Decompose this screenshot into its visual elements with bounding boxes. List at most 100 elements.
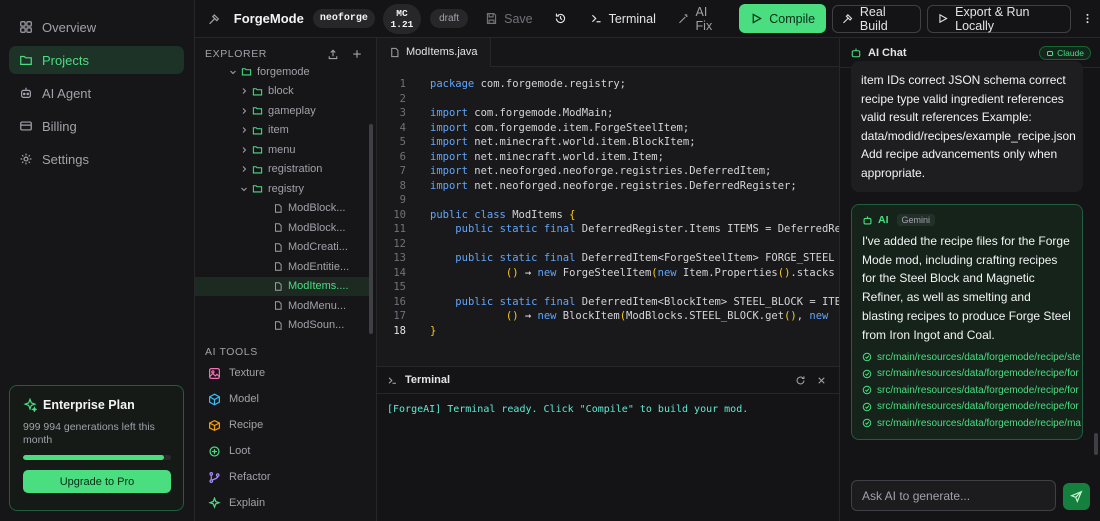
tree-item-label: ModMenu... <box>288 299 347 312</box>
terminal-icon <box>388 376 396 384</box>
tree-folder[interactable]: forgemode <box>195 62 369 81</box>
user-message-line: Add recipe advancements only when <box>861 147 1058 161</box>
check-circle-icon <box>862 353 872 362</box>
nav-item-settings[interactable]: Settings <box>9 145 184 173</box>
nav-item-billing[interactable]: Billing <box>9 112 184 140</box>
tree-item-label: block <box>268 85 294 97</box>
nav-label: Billing <box>42 118 77 134</box>
line-number: 2 <box>399 92 406 105</box>
generated-file[interactable]: src/main/resources/data/forgemode/recipe… <box>862 349 1080 366</box>
generated-file-path: src/main/resources/data/forgemode/recipe… <box>877 368 1079 380</box>
plan-title-row: Enterprise Plan <box>23 398 170 412</box>
user-message-line: data/modid/recipes/example_recipe.json <box>861 128 1076 143</box>
gear-icon <box>20 153 32 165</box>
tree-file[interactable]: ModBlock... <box>195 199 369 218</box>
history-icon <box>555 13 565 24</box>
loader-badge: neoforge <box>312 9 375 28</box>
user-message-line: item IDs correct JSON schema correct <box>861 73 1066 87</box>
folder-icon <box>252 165 263 173</box>
send-icon <box>1070 490 1083 503</box>
line-number: 18 <box>393 324 406 337</box>
ai-message-text: I've added the recipe files for the Forg… <box>862 234 1071 342</box>
history-button[interactable] <box>548 5 573 33</box>
ai-tool-explain[interactable]: Explain <box>208 494 265 512</box>
compile-button[interactable]: Compile <box>739 4 827 33</box>
tree-file[interactable]: ModEntitie... <box>195 257 369 276</box>
ai-tool-texture[interactable]: Texture <box>208 364 265 382</box>
plan-card: Enterprise Plan 999 994 generations left… <box>9 385 184 511</box>
upload-icon[interactable] <box>327 48 339 60</box>
wand-icon <box>678 14 688 24</box>
close-icon[interactable] <box>816 375 827 386</box>
more-menu-button[interactable] <box>1075 5 1100 33</box>
send-button[interactable] <box>1063 483 1090 510</box>
file-explorer: EXPLORER forgemode block gameplay item menu r… <box>195 38 377 521</box>
ai-fix-label: AI Fix <box>695 4 713 33</box>
tree-item-label: item <box>268 124 289 136</box>
tree-folder[interactable]: item <box>195 121 369 140</box>
branch-icon <box>209 471 220 483</box>
more-vertical-icon <box>1086 13 1089 24</box>
ai-tool-loot[interactable]: Loot <box>208 442 250 460</box>
chevron-down-icon <box>230 70 236 74</box>
generated-file-path: src/main/resources/data/forgemode/recipe… <box>877 401 1079 413</box>
terminal-label: Terminal <box>608 11 656 26</box>
generated-file[interactable]: src/main/resources/data/forgemode/recipe… <box>862 382 1079 399</box>
user-message-line: recipe type valid ingredient references <box>861 91 1064 106</box>
nav-label: Overview <box>42 19 97 35</box>
plus-icon[interactable] <box>351 48 363 60</box>
export-run-button[interactable]: Export & Run Locally <box>927 4 1071 33</box>
model-badge[interactable]: Claude <box>1039 46 1091 60</box>
ai-tool-recipe[interactable]: Recipe <box>208 416 263 434</box>
tree-folder[interactable]: block <box>195 82 369 101</box>
ai-tool-label: Recipe <box>229 419 264 431</box>
line-number: 8 <box>399 179 406 192</box>
ai-message: AI Gemini I've added the recipe files fo… <box>851 204 1083 440</box>
terminal-button[interactable]: Terminal <box>581 5 665 33</box>
real-build-button[interactable]: Real Build <box>832 4 922 33</box>
code-text: public static final DeferredItem<BlockIt… <box>455 295 839 308</box>
nav-label: Projects <box>42 52 89 68</box>
tree-file[interactable]: ModCreati... <box>195 238 369 257</box>
code-line: 13 public static final DeferredItem<Forg… <box>377 252 839 267</box>
refresh-icon[interactable] <box>795 375 806 386</box>
explorer-scrollbar[interactable] <box>369 124 373 334</box>
generated-file[interactable]: src/main/resources/data/forgemode/recipe… <box>862 415 1081 432</box>
tree-item-label: gameplay <box>268 104 316 117</box>
folder-icon <box>252 146 263 154</box>
loot-icon <box>209 445 220 457</box>
chat-scrollbar[interactable] <box>1094 433 1098 455</box>
generated-file[interactable]: src/main/resources/data/forgemode/recipe… <box>862 366 1079 383</box>
tree-folder[interactable]: menu <box>195 140 369 159</box>
cube-icon <box>209 393 220 405</box>
tree-item-label: ModBlock... <box>288 221 346 234</box>
folder-icon <box>20 55 32 65</box>
ai-fix-button[interactable]: AI Fix <box>669 5 733 33</box>
editor-tab-active[interactable]: ModItems.java <box>377 38 491 67</box>
code-line: 8 import net.neoforged.neoforge.registrie… <box>377 180 839 195</box>
ai-tool-model[interactable]: Model <box>208 390 259 408</box>
line-number: 6 <box>399 150 406 163</box>
tree-folder[interactable]: registration <box>195 160 369 179</box>
ai-tool-refactor[interactable]: Refactor <box>208 468 271 486</box>
tree-folder[interactable]: registry <box>195 179 369 198</box>
check-circle-icon <box>862 369 872 379</box>
tree-file[interactable]: ModBlock... <box>195 218 369 237</box>
code-text: public class ModItems { <box>430 208 576 221</box>
chat-input[interactable] <box>851 480 1056 511</box>
model-badge-label: Claude <box>1057 48 1084 58</box>
generated-file[interactable]: src/main/resources/data/forgemode/recipe… <box>862 399 1079 416</box>
nav-item-ai-agent[interactable]: AI Agent <box>9 79 184 107</box>
image-icon <box>209 367 220 379</box>
upgrade-button[interactable]: Upgrade to Pro <box>23 470 171 493</box>
tree-file[interactable]: ModItems.... <box>195 276 369 296</box>
chevron-down-icon <box>241 187 247 191</box>
nav-item-projects[interactable]: Projects <box>9 46 184 74</box>
tree-file[interactable]: ModMenu... <box>195 296 369 315</box>
nav-item-overview[interactable]: Overview <box>9 13 184 41</box>
code-text: import com.forgemode.ModMain; <box>430 107 614 119</box>
folder-icon <box>252 185 263 193</box>
tree-file[interactable]: ModSoun... <box>195 316 369 335</box>
tree-folder[interactable]: gameplay <box>195 101 369 120</box>
save-button[interactable]: Save <box>476 5 542 33</box>
